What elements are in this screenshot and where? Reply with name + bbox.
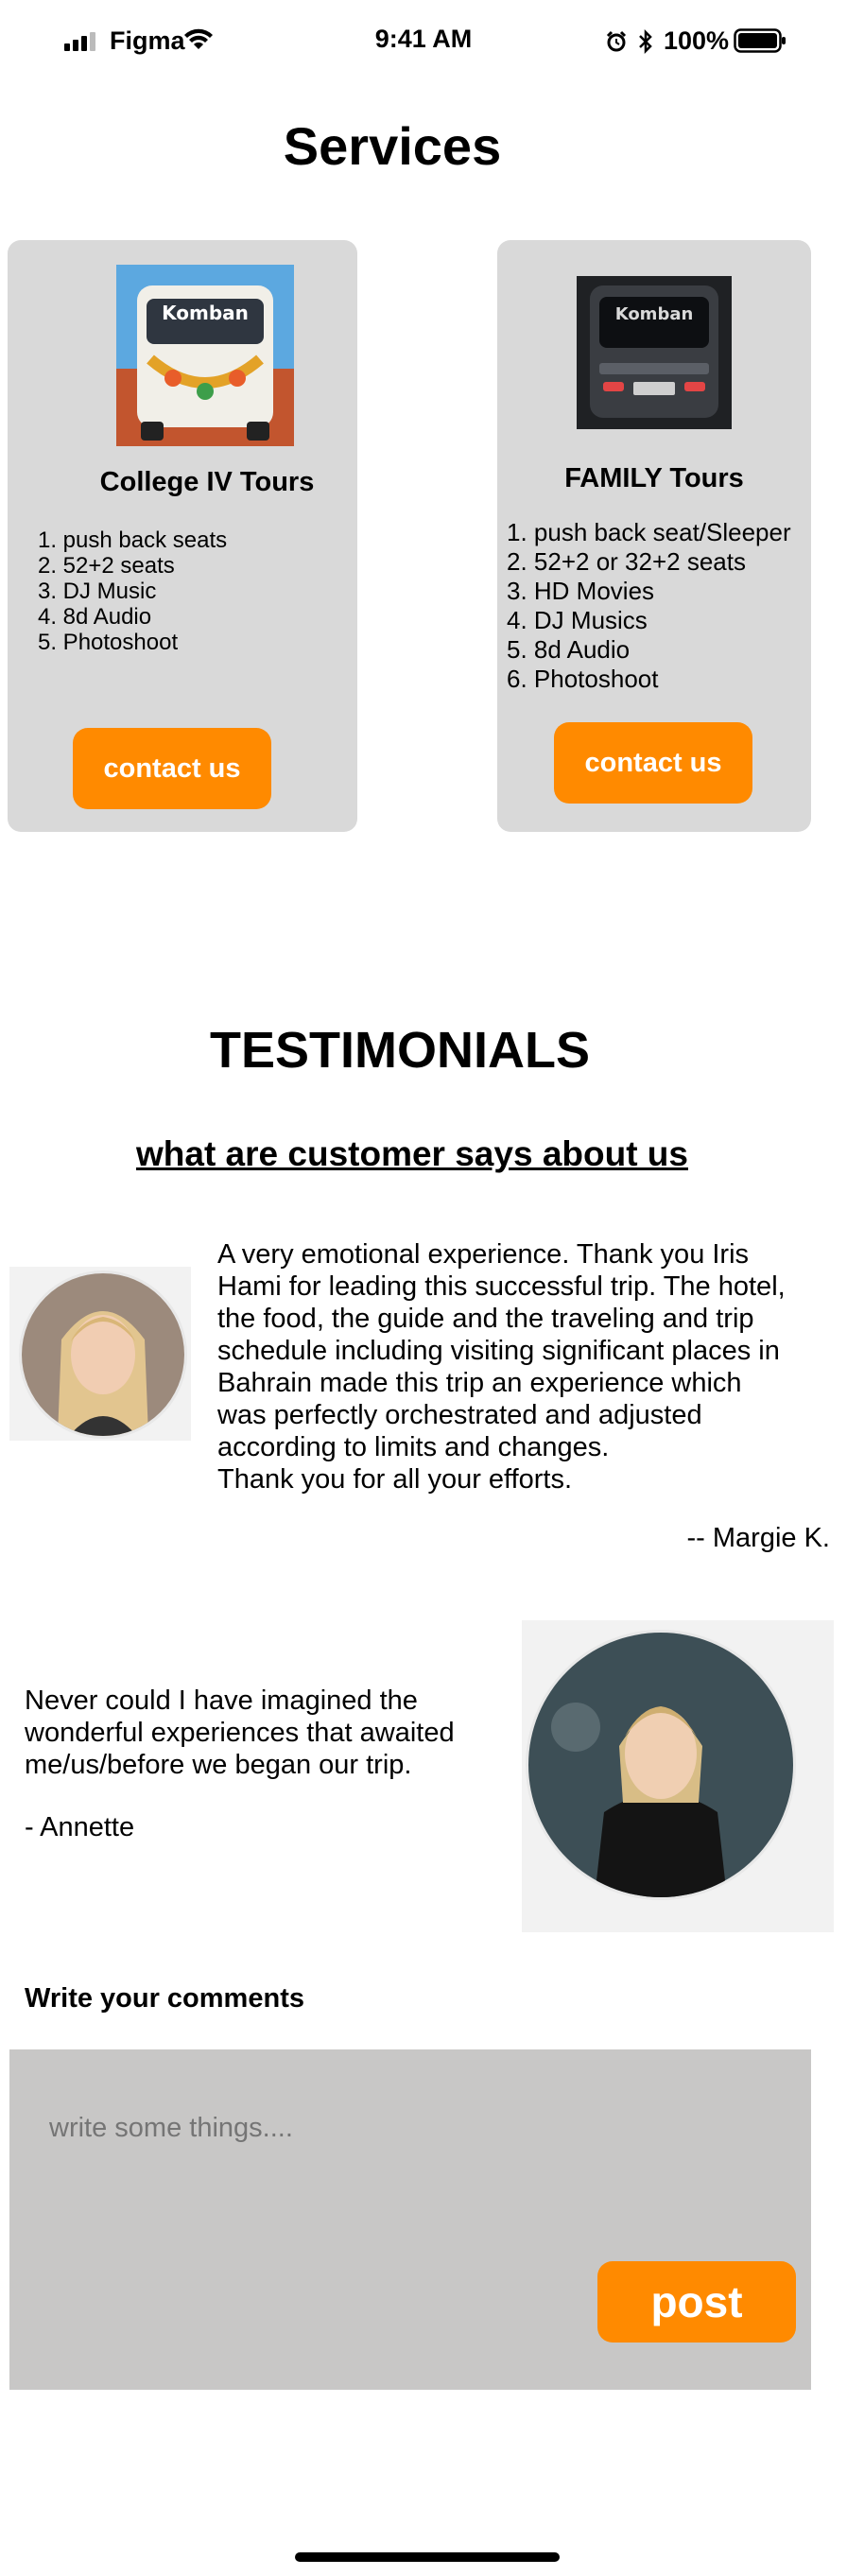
- testimonial-author: -- Margie K.: [686, 1523, 830, 1553]
- avatar-frame: [9, 1267, 191, 1441]
- testimonial-line: me/us/before we began our trip.: [25, 1750, 412, 1780]
- post-button[interactable]: post: [597, 2261, 796, 2343]
- service-card-title: College IV Tours: [99, 467, 315, 497]
- feature-item: 3. DJ Music: [38, 579, 157, 604]
- contact-us-button[interactable]: contact us: [73, 728, 271, 809]
- comment-input[interactable]: [47, 2108, 618, 2148]
- testimonial-line: Bahrain made this trip an experience whi…: [217, 1368, 742, 1398]
- testimonial-line: Never could I have imagined the: [25, 1686, 418, 1716]
- bus-logo-text: Komban: [162, 302, 249, 324]
- battery-icon: [734, 28, 786, 53]
- comments-label: Write your comments: [25, 1983, 304, 2014]
- bus-logo-text: Komban: [615, 304, 694, 324]
- testimonial-author: - Annette: [25, 1812, 135, 1842]
- testimonial-line: wonderful experiences that awaited: [25, 1718, 455, 1748]
- testimonial-line: the food, the guide and the traveling an…: [217, 1304, 754, 1334]
- feature-item: 6. Photoshoot: [507, 665, 659, 693]
- service-card-college: Komban College IV Tours 1. push back sea…: [8, 240, 357, 832]
- feature-item: 2. 52+2 or 32+2 seats: [507, 547, 746, 576]
- bus-photo-college: Komban: [116, 265, 294, 446]
- feature-item: 5. Photoshoot: [38, 630, 179, 655]
- feature-list: 1. push back seat/Sleeper 2. 52+2 or 32+…: [507, 518, 791, 694]
- feature-item: 4. DJ Musics: [507, 606, 648, 634]
- testimonial-text: Never could I have imagined the wonderfu…: [25, 1685, 455, 1781]
- testimonial-text: A very emotional experience. Thank you I…: [217, 1238, 786, 1495]
- bus-photo-family: Komban: [577, 276, 732, 429]
- testimonial-line: was perfectly orchestrated and adjusted: [217, 1400, 702, 1430]
- testimonials-subtitle: what are customer says about us: [136, 1134, 688, 1173]
- bluetooth-icon: [639, 28, 652, 55]
- testimonial-line: according to limits and changes.: [217, 1432, 610, 1462]
- home-indicator: [295, 2552, 560, 2562]
- alarm-icon: [606, 30, 627, 52]
- contact-us-button[interactable]: contact us: [554, 722, 752, 804]
- testimonial-line: schedule including visiting significant …: [217, 1336, 780, 1366]
- feature-list: 1. push back seats 2. 52+2 seats 3. DJ M…: [38, 527, 227, 655]
- avatar: [19, 1271, 187, 1439]
- feature-item: 4. 8d Audio: [38, 604, 152, 630]
- feature-item: 3. HD Movies: [507, 577, 655, 605]
- battery-percentage: 100%: [664, 26, 730, 55]
- feature-item: 5. 8d Audio: [507, 635, 631, 664]
- service-card-title: FAMILY Tours: [564, 463, 744, 493]
- testimonials-title: TESTIMONIALS: [210, 1022, 590, 1079]
- services-title: Services: [283, 116, 502, 176]
- comment-box: post: [9, 2049, 811, 2390]
- testimonial-line: A very emotional experience. Thank you I…: [217, 1239, 750, 1270]
- avatar: [526, 1630, 796, 1900]
- feature-item: 1. push back seats: [38, 527, 228, 553]
- testimonial-line: Hami for leading this successful trip. T…: [217, 1271, 786, 1302]
- avatar-frame: [522, 1620, 834, 1932]
- service-card-family: Komban FAMILY Tours 1. push back seat/Sl…: [497, 240, 811, 832]
- testimonial-line: Thank you for all your efforts.: [217, 1464, 573, 1495]
- feature-item: 2. 52+2 seats: [38, 553, 175, 579]
- feature-item: 1. push back seat/Sleeper: [507, 518, 791, 546]
